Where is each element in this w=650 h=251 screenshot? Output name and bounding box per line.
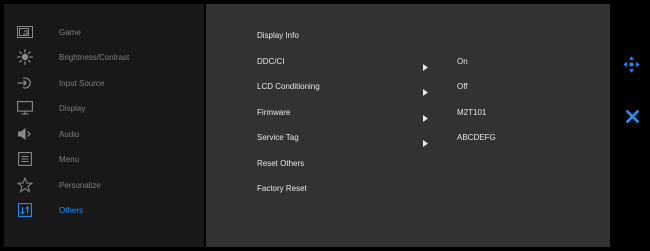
sidebar-item-label: Personalize (59, 180, 101, 190)
setting-value: On (457, 56, 468, 66)
setting-label: Service Tag (257, 132, 299, 142)
menu-icon (16, 151, 34, 167)
sidebar-item-label: Brightness/Contrast (59, 52, 130, 62)
others-icon (16, 202, 34, 218)
setting-ddc-ci[interactable]: DDC/CI On (206, 51, 610, 71)
sidebar-item-game[interactable]: Game (4, 20, 204, 44)
setting-value: M2T101 (457, 107, 487, 117)
setting-value: ABCDEFG (457, 132, 496, 142)
caret-right-icon (423, 134, 428, 152)
setting-label: Display Info (257, 30, 299, 40)
input-source-icon (16, 75, 34, 91)
monitor-osd: Game Brightness/Contrast Input Source Di… (0, 0, 650, 251)
sidebar-item-label: Menu (59, 154, 80, 164)
caret-right-icon (423, 83, 428, 101)
star-icon (16, 177, 34, 193)
setting-label: Reset Others (257, 158, 305, 168)
setting-label: DDC/CI (257, 56, 285, 66)
sidebar-menu: Game Brightness/Contrast Input Source Di… (4, 4, 204, 247)
setting-service-tag[interactable]: Service Tag ABCDEFG (206, 127, 610, 147)
sidebar-item-label: Input Source (59, 78, 105, 88)
sidebar-item-label: Audio (59, 129, 80, 139)
audio-icon (16, 126, 34, 142)
sidebar-item-label: Others (59, 205, 84, 215)
display-icon (16, 100, 34, 116)
setting-lcd-conditioning[interactable]: LCD Conditioning Off (206, 76, 610, 96)
sidebar-item-personalize[interactable]: Personalize (4, 173, 204, 197)
setting-firmware[interactable]: Firmware M2T101 (206, 102, 610, 122)
sidebar-item-label: Game (59, 27, 81, 37)
brightness-icon (16, 49, 34, 65)
setting-display-info[interactable]: Display Info (206, 25, 610, 45)
sidebar-item-others[interactable]: Others (4, 198, 204, 222)
setting-label: Factory Reset (257, 183, 307, 193)
four-way-arrows-icon[interactable] (623, 56, 640, 78)
setting-reset-others[interactable]: Reset Others (206, 153, 610, 173)
sidebar-item-menu[interactable]: Menu (4, 147, 204, 171)
sidebar-item-display[interactable]: Display (4, 96, 204, 120)
setting-label: LCD Conditioning (257, 81, 320, 91)
sidebar-item-audio[interactable]: Audio (4, 122, 204, 146)
others-settings-panel: Display Info DDC/CI On LCD Conditioning … (206, 4, 610, 247)
setting-factory-reset[interactable]: Factory Reset (206, 178, 610, 198)
game-icon (16, 24, 34, 40)
caret-right-icon (423, 58, 428, 76)
setting-label: Firmware (257, 107, 291, 117)
sidebar-item-brightness-contrast[interactable]: Brightness/Contrast (4, 45, 204, 69)
sidebar-item-input-source[interactable]: Input Source (4, 71, 204, 95)
setting-value: Off (457, 81, 468, 91)
sidebar-item-label: Display (59, 103, 86, 113)
close-icon[interactable] (625, 109, 640, 128)
caret-right-icon (423, 109, 428, 127)
